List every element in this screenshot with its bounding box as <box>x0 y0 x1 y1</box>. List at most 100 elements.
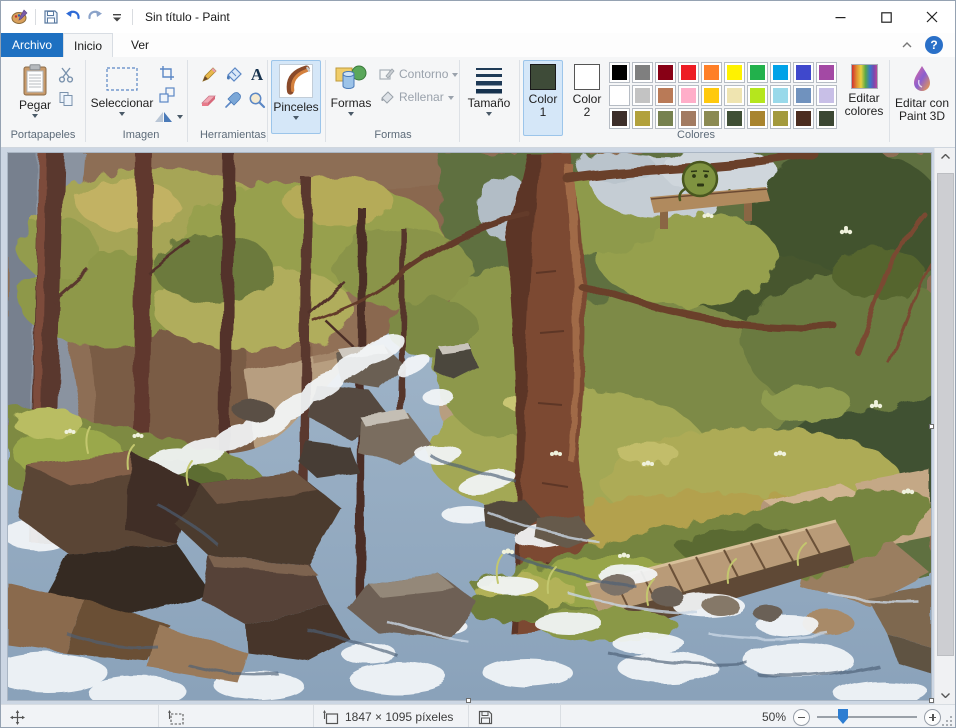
help-button[interactable]: ? <box>925 36 943 54</box>
minimize-button[interactable] <box>817 1 863 33</box>
palette-swatch[interactable] <box>793 85 814 106</box>
palette-swatch[interactable] <box>816 108 837 129</box>
canvas[interactable] <box>8 153 931 700</box>
palette-swatch[interactable] <box>655 85 676 106</box>
vertical-scrollbar[interactable] <box>934 148 955 704</box>
palette-swatch[interactable] <box>793 108 814 129</box>
palette-swatch[interactable] <box>678 108 699 129</box>
palette-swatch[interactable] <box>609 85 630 106</box>
palette-swatch[interactable] <box>678 62 699 83</box>
select-label: Seleccionar <box>90 96 154 110</box>
tab-inicio[interactable]: Inicio <box>63 33 113 57</box>
close-button[interactable] <box>909 1 955 33</box>
tab-archivo[interactable]: Archivo <box>1 33 63 57</box>
redo-button[interactable] <box>84 6 106 28</box>
color-picker-tool-button[interactable] <box>222 90 244 110</box>
rotate-button[interactable] <box>153 107 183 127</box>
text-tool-button[interactable]: A <box>246 65 268 85</box>
palette-swatch[interactable] <box>701 85 722 106</box>
palette-swatch[interactable] <box>609 62 630 83</box>
zoom-out-button[interactable] <box>793 708 810 726</box>
palette-swatch[interactable] <box>632 108 653 129</box>
color2-swatch <box>574 64 600 90</box>
collapse-ribbon-button[interactable] <box>899 38 915 52</box>
group-label-colors: Colores <box>677 129 715 141</box>
customize-qat-button[interactable] <box>106 6 128 28</box>
group-label-tools: Herramientas <box>199 129 267 141</box>
palette-swatch[interactable] <box>816 62 837 83</box>
paint3d-icon <box>914 66 930 91</box>
undo-button[interactable] <box>62 6 84 28</box>
palette-swatch[interactable] <box>701 108 722 129</box>
brushes-button[interactable]: Pinceles <box>271 60 321 134</box>
shapes-label: Formas <box>330 96 372 110</box>
scroll-up-button[interactable] <box>935 148 955 165</box>
palette-swatch[interactable] <box>678 85 699 106</box>
palette-swatch[interactable] <box>632 62 653 83</box>
scrollbar-thumb[interactable] <box>937 173 954 656</box>
zoom-slider[interactable] <box>817 709 917 724</box>
palette-swatch[interactable] <box>770 62 791 83</box>
palette-swatch[interactable] <box>770 108 791 129</box>
cut-button[interactable] <box>55 65 77 85</box>
group-label-image: Imagen <box>122 129 160 141</box>
resize-button[interactable] <box>156 85 178 105</box>
palette-swatch[interactable] <box>701 62 722 83</box>
image-size-cell: 1847 × 1095 píxeles <box>314 705 469 727</box>
canvas-area[interactable] <box>1 148 955 704</box>
resize-grip[interactable] <box>942 716 952 726</box>
palette-swatch[interactable] <box>816 85 837 106</box>
palette-swatch[interactable] <box>793 62 814 83</box>
scissors-icon <box>58 67 74 83</box>
select-button[interactable]: Seleccionar <box>89 60 155 117</box>
palette-swatch[interactable] <box>724 62 745 83</box>
edit-colors-icon <box>850 64 878 89</box>
zoom-slider-thumb[interactable] <box>838 709 848 724</box>
palette-swatch[interactable] <box>747 85 768 106</box>
title-bar[interactable]: Sin título - Paint <box>1 1 955 33</box>
palette-swatch[interactable] <box>655 62 676 83</box>
crop-button[interactable] <box>156 63 178 83</box>
dropdown-caret-icon <box>176 115 183 119</box>
color-palette <box>609 62 837 129</box>
palette-swatch[interactable] <box>724 108 745 129</box>
magnifier-tool-button[interactable] <box>246 90 268 110</box>
zoom-in-button[interactable] <box>924 708 941 726</box>
canvas-resize-handle-bottom[interactable] <box>466 698 471 703</box>
separator <box>35 9 36 25</box>
palette-swatch[interactable] <box>747 108 768 129</box>
palette-swatch[interactable] <box>724 85 745 106</box>
edit-colors-button[interactable]: Editar colores <box>843 60 885 136</box>
fill-shape-button[interactable]: Rellenar <box>379 88 454 106</box>
palette-swatch[interactable] <box>770 85 791 106</box>
edit-with-paint3d-button[interactable]: Editar con Paint 3D <box>893 60 951 124</box>
shapes-button[interactable]: Formas <box>329 60 373 117</box>
fill-tool-button[interactable] <box>222 65 244 85</box>
palette-swatch[interactable] <box>632 85 653 106</box>
color1-button[interactable]: Color 1 <box>523 60 563 136</box>
palette-swatch[interactable] <box>747 62 768 83</box>
save-icon <box>44 10 58 24</box>
paste-button[interactable]: Pegar <box>11 60 59 119</box>
palette-swatch[interactable] <box>655 108 676 129</box>
outline-button[interactable]: Contorno <box>379 65 459 83</box>
maximize-button[interactable] <box>863 1 909 33</box>
resize-icon <box>159 87 175 103</box>
save-button[interactable] <box>40 6 62 28</box>
pencil-tool-button[interactable] <box>198 65 220 85</box>
palette-swatch[interactable] <box>609 108 630 129</box>
color2-button[interactable]: Color 2 <box>567 60 607 136</box>
magnifier-icon <box>249 92 266 109</box>
scroll-down-icon <box>941 693 950 698</box>
copy-button[interactable] <box>55 89 77 109</box>
paste-label: Pegar <box>18 98 52 112</box>
scroll-down-button[interactable] <box>935 687 955 704</box>
zoom-level-text: 50% <box>761 710 786 724</box>
eraser-tool-button[interactable] <box>198 90 220 110</box>
outline-icon <box>379 68 395 80</box>
dropdown-caret-icon <box>452 73 459 77</box>
size-button[interactable]: Tamaño <box>463 60 515 117</box>
canvas-painting[interactable] <box>8 153 931 700</box>
dropdown-caret-icon <box>348 112 354 116</box>
tab-ver[interactable]: Ver <box>119 33 161 57</box>
